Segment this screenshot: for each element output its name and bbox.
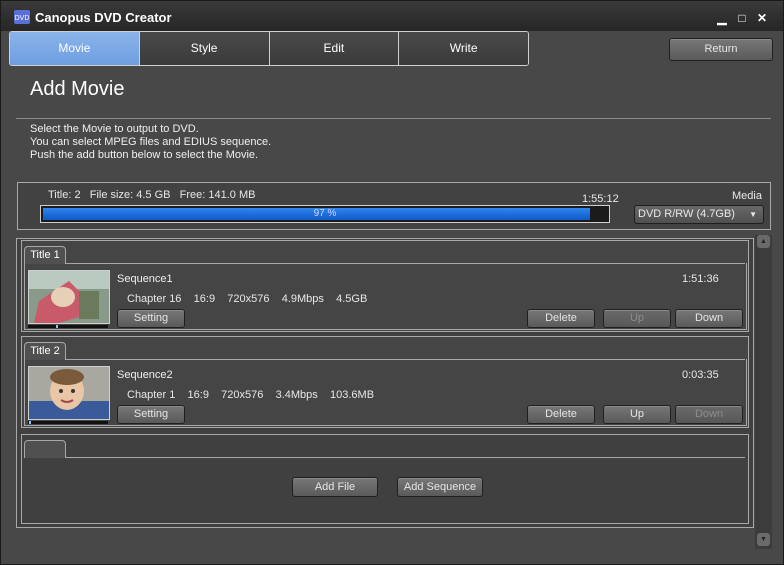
tab-style[interactable]: Style bbox=[138, 32, 269, 65]
title-duration: 1:51:36 bbox=[682, 273, 719, 285]
title-list: Title 1 Sequence1 Chapter 16 16:9 720x57… bbox=[16, 238, 754, 528]
thumbnail-image[interactable] bbox=[28, 270, 110, 324]
up-button[interactable]: Up bbox=[603, 309, 671, 328]
progress-text: 97 % bbox=[313, 208, 337, 219]
tab-line bbox=[65, 457, 745, 458]
minimize-icon[interactable]: ▁ bbox=[715, 11, 729, 25]
media-label: Media bbox=[732, 190, 762, 202]
main-tabs: Movie Style Edit Write bbox=[9, 31, 529, 66]
setting-button[interactable]: Setting bbox=[117, 405, 185, 424]
svg-text:DVD: DVD bbox=[15, 15, 30, 22]
description-line: Select the Movie to output to DVD. bbox=[30, 123, 199, 135]
scroll-up-icon[interactable]: ▲ bbox=[757, 235, 770, 248]
scroll-down-icon[interactable]: ▼ bbox=[757, 533, 770, 546]
description-line: You can select MPEG files and EDIUS sequ… bbox=[30, 136, 272, 148]
title-entry: Title 2 Sequence2 Chapter 1 16:9 720x576… bbox=[21, 336, 749, 428]
sequence-name: Sequence2 bbox=[117, 369, 173, 381]
media-select[interactable]: DVD R/RW (4.7GB) ▼ bbox=[634, 205, 764, 224]
tab-write[interactable]: Write bbox=[398, 32, 528, 65]
title-tab[interactable]: Title 1 bbox=[24, 246, 66, 264]
delete-button[interactable]: Delete bbox=[527, 405, 595, 424]
setting-button[interactable]: Setting bbox=[117, 309, 185, 328]
chevron-down-icon: ▼ bbox=[749, 210, 757, 219]
disc-info: Title: 2 File size: 4.5 GB Free: 141.0 M… bbox=[48, 189, 256, 201]
chapter-details: Chapter 1 16:9 720x576 3.4Mbps 103.6MB bbox=[127, 389, 375, 401]
divider bbox=[16, 118, 771, 119]
empty-title-tab[interactable] bbox=[24, 440, 66, 458]
window-title: Canopus DVD Creator bbox=[35, 10, 172, 25]
vertical-scrollbar[interactable]: ▲ ▼ bbox=[755, 235, 772, 549]
tab-movie[interactable]: Movie bbox=[10, 32, 139, 65]
sequence-name: Sequence1 bbox=[117, 273, 173, 285]
position-marker bbox=[29, 421, 31, 424]
app-window: DVD Canopus DVD Creator ▁ □ ✕ Movie Styl… bbox=[0, 0, 784, 565]
description: Select the Movie to output to DVD. You c… bbox=[30, 123, 271, 162]
maximize-icon[interactable]: □ bbox=[735, 11, 749, 25]
dvd-app-icon: DVD bbox=[14, 10, 30, 24]
disc-status-panel: Title: 2 File size: 4.5 GB Free: 141.0 M… bbox=[17, 182, 771, 230]
thumbnail-position-bar bbox=[28, 421, 108, 424]
page-title: Add Movie bbox=[30, 78, 125, 100]
close-icon[interactable]: ✕ bbox=[755, 11, 769, 25]
down-button[interactable]: Down bbox=[675, 309, 743, 328]
thumbnail-position-bar bbox=[28, 325, 108, 328]
title-tab[interactable]: Title 2 bbox=[24, 342, 66, 360]
title-bar[interactable]: DVD Canopus DVD Creator ▁ □ ✕ bbox=[1, 1, 783, 31]
down-button[interactable]: Down bbox=[675, 405, 743, 424]
return-button[interactable]: Return bbox=[669, 38, 773, 61]
add-file-button[interactable]: Add File bbox=[292, 477, 378, 497]
tab-edit[interactable]: Edit bbox=[268, 32, 399, 65]
up-button[interactable]: Up bbox=[603, 405, 671, 424]
add-movie-area: Add File Add Sequence bbox=[21, 434, 749, 524]
thumbnail-image[interactable] bbox=[28, 366, 110, 420]
description-line: Push the add button below to select the … bbox=[30, 149, 259, 161]
title-duration: 0:03:35 bbox=[682, 369, 719, 381]
title-entry: Title 1 Sequence1 Chapter 16 16:9 720x57… bbox=[21, 240, 749, 332]
chapter-details: Chapter 16 16:9 720x576 4.9Mbps 4.5GB bbox=[127, 293, 368, 305]
media-select-value: DVD R/RW (4.7GB) bbox=[638, 208, 735, 220]
position-marker bbox=[56, 325, 58, 328]
add-sequence-button[interactable]: Add Sequence bbox=[397, 477, 483, 497]
capacity-progress-bar: 97 % bbox=[40, 205, 610, 223]
total-duration: 1:55:12 bbox=[582, 193, 619, 205]
delete-button[interactable]: Delete bbox=[527, 309, 595, 328]
